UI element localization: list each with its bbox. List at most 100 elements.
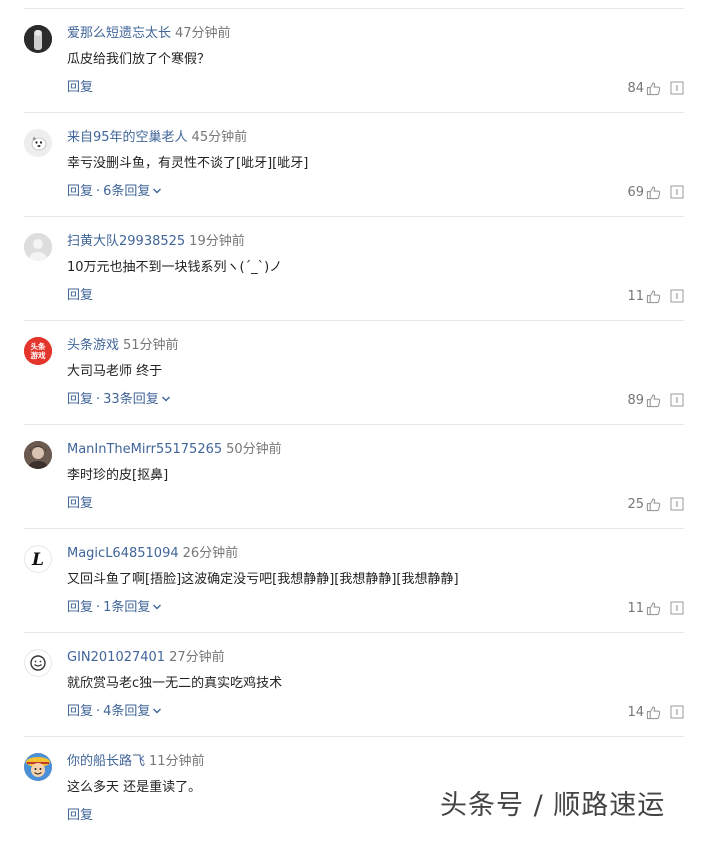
- user-avatar[interactable]: [24, 129, 52, 157]
- user-avatar[interactable]: [24, 25, 52, 53]
- like-count: 11: [627, 600, 644, 616]
- view-replies-link[interactable]: 4条回复: [103, 704, 162, 719]
- like-button[interactable]: [646, 393, 661, 408]
- report-icon: [670, 393, 684, 407]
- username-link[interactable]: MagicL64851094: [67, 546, 179, 561]
- reply-button[interactable]: 回复: [67, 496, 93, 511]
- separator-dot: ·: [96, 184, 101, 199]
- comment-stats: 69: [627, 183, 684, 201]
- thumbs-up-icon: [646, 290, 661, 303]
- replies-count-label: 4条回复: [103, 704, 151, 719]
- report-icon: [670, 601, 684, 615]
- comment-meta: 扫黄大队29938525 19分钟前: [67, 233, 245, 251]
- person-photo-icon: [24, 441, 52, 469]
- report-button[interactable]: [670, 497, 684, 511]
- comment-text: 大司马老师 终于: [67, 364, 163, 379]
- comment-actions: 回复 · 33条回复: [67, 391, 171, 409]
- user-avatar[interactable]: [24, 649, 52, 677]
- username-link[interactable]: 爱那么短遗忘太长: [67, 26, 171, 41]
- svg-text:头条: 头条: [31, 341, 46, 351]
- comment-meta: MagicL64851094 26分钟前: [67, 545, 238, 563]
- report-button[interactable]: [670, 705, 684, 719]
- comment-time: 45分钟前: [191, 130, 248, 145]
- default-user-icon: [24, 233, 52, 261]
- reply-button[interactable]: 回复: [67, 392, 93, 407]
- watermark-text: 头条号 / 顺路速运: [440, 790, 666, 821]
- username-link[interactable]: GIN201027401: [67, 650, 165, 665]
- comment-time: 51分钟前: [123, 338, 179, 353]
- report-button[interactable]: [670, 393, 684, 407]
- reply-button[interactable]: 回复: [67, 80, 93, 95]
- comment-stats: 11: [627, 599, 684, 617]
- like-count: 25: [627, 496, 644, 512]
- like-button[interactable]: [646, 497, 661, 512]
- comment-time: 26分钟前: [182, 546, 239, 561]
- like-button[interactable]: [646, 601, 661, 616]
- view-replies-link[interactable]: 6条回复: [103, 184, 162, 199]
- comment-meta: 爱那么短遗忘太长 47分钟前: [67, 25, 231, 43]
- comment-text: 10万元也抽不到一块钱系列ヽ(ˊ_ˋ)ノ: [67, 260, 283, 275]
- svg-text:L: L: [31, 550, 44, 570]
- comment-item: ManInTheMirr55175265 50分钟前 李时珍的皮[抠鼻] 回复 2…: [24, 425, 684, 529]
- reply-button[interactable]: 回复: [67, 184, 93, 199]
- comment-stats: 14: [627, 703, 684, 721]
- user-avatar[interactable]: [24, 233, 52, 261]
- report-icon: [670, 289, 684, 303]
- view-replies-link[interactable]: 1条回复: [103, 600, 162, 615]
- smiley-face-icon: [24, 649, 52, 677]
- comment-meta: ManInTheMirr55175265 50分钟前: [67, 441, 282, 459]
- report-button[interactable]: [670, 601, 684, 615]
- report-button[interactable]: [670, 81, 684, 95]
- comment-item: L MagicL64851094 26分钟前 又回斗鱼了啊[捂脸]这波确定没亏吧[…: [24, 529, 684, 633]
- like-count: 11: [627, 288, 644, 304]
- like-count: 14: [627, 704, 644, 720]
- user-avatar[interactable]: [24, 753, 52, 781]
- reply-button[interactable]: 回复: [67, 288, 93, 303]
- user-avatar[interactable]: [24, 441, 52, 469]
- comment-item: 爱那么短遗忘太长 47分钟前 瓜皮给我们放了个寒假？ 回复 84: [24, 9, 684, 113]
- replies-count-label: 6条回复: [103, 184, 151, 199]
- thumbs-up-icon: [646, 706, 661, 719]
- comment-text: 就欣赏马老c独一无二的真实吃鸡技术: [67, 676, 283, 691]
- comment-stats: 11: [627, 287, 684, 305]
- replies-count-label: 1条回复: [103, 600, 151, 615]
- like-button[interactable]: [646, 289, 661, 304]
- reply-button[interactable]: 回复: [67, 704, 93, 719]
- comment-actions: 回复: [67, 807, 93, 825]
- comment-actions: 回复: [67, 495, 93, 513]
- like-button[interactable]: [646, 81, 661, 96]
- person-photo-icon: [24, 25, 52, 53]
- report-icon: [670, 81, 684, 95]
- comment-list: 爱那么短遗忘太长 47分钟前 瓜皮给我们放了个寒假？ 回复 84 来自95年的空…: [24, 8, 684, 841]
- username-link[interactable]: 头条游戏: [67, 338, 119, 353]
- luffy-avatar-icon: [24, 753, 52, 781]
- comment-text: 这么多天 还是重读了。: [67, 780, 202, 795]
- username-link[interactable]: 来自95年的空巢老人: [67, 130, 188, 145]
- comment-stats: 84: [627, 79, 684, 97]
- report-button[interactable]: [670, 289, 684, 303]
- separator-dot: ·: [96, 600, 101, 615]
- comment-text: 李时珍的皮[抠鼻]: [67, 468, 169, 483]
- chevron-down-icon: [153, 188, 162, 193]
- like-button[interactable]: [646, 705, 661, 720]
- username-link[interactable]: 扫黄大队29938525: [67, 234, 185, 249]
- comment-time: 50分钟前: [226, 442, 282, 457]
- user-avatar[interactable]: L: [24, 545, 52, 573]
- thumbs-up-icon: [646, 82, 661, 95]
- replies-count-label: 33条回复: [103, 392, 159, 407]
- username-link[interactable]: 你的船长路飞: [67, 754, 145, 769]
- comment-time: 19分钟前: [189, 234, 245, 249]
- comment-item: 头条 游戏 头条游戏 51分钟前 大司马老师 终于 回复 · 33条回复 89: [24, 321, 684, 425]
- reply-button[interactable]: 回复: [67, 808, 93, 823]
- reply-button[interactable]: 回复: [67, 600, 93, 615]
- like-button[interactable]: [646, 185, 661, 200]
- view-replies-link[interactable]: 33条回复: [103, 392, 171, 407]
- thumbs-up-icon: [646, 186, 661, 199]
- username-link[interactable]: ManInTheMirr55175265: [67, 442, 222, 457]
- report-button[interactable]: [670, 185, 684, 199]
- user-avatar[interactable]: 头条 游戏: [24, 337, 52, 365]
- comment-actions: 回复: [67, 287, 93, 305]
- thumbs-up-icon: [646, 394, 661, 407]
- svg-text:游戏: 游戏: [31, 350, 46, 360]
- report-icon: [670, 185, 684, 199]
